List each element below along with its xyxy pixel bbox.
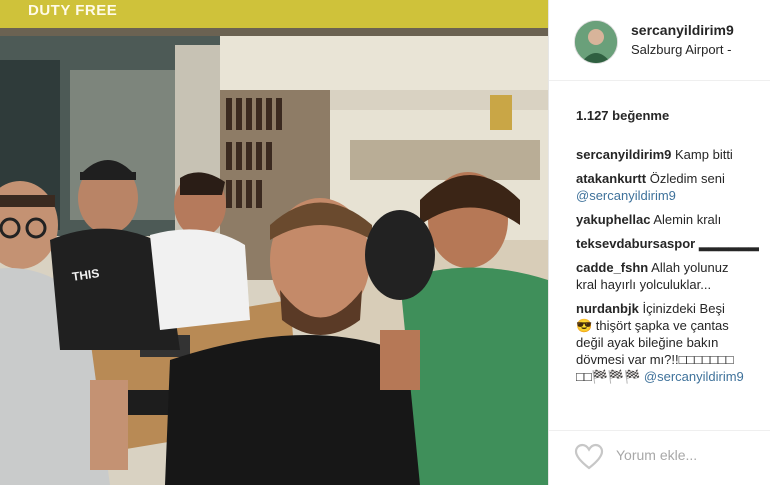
comment-username[interactable]: atakankurtt [576,171,646,186]
comment-list: sercanyildirim9 Kamp bitti atakankurtt Ö… [576,146,770,392]
airport-group-photo [0,0,548,485]
duty-free-sign: DUTY FREE [28,2,118,19]
comment-item: nurdanbjk İçinizdeki Beşi 😎 thişört şapk… [576,300,770,385]
comment-text: □□🏁🏁🏁 [576,369,641,384]
add-comment-input[interactable]: Yorum ekle... [616,447,697,463]
post-photo[interactable]: DUTY FREE THIS [0,0,548,485]
comment-mention[interactable]: @sercanyildirim9 [644,369,744,384]
post-sidebar: sercanyildirim9 Salzburg Airport - 1.127… [548,0,770,485]
comment-text: değil ayak bileğine bakın [576,335,719,350]
avatar[interactable] [574,20,618,64]
post-header: sercanyildirim9 Salzburg Airport - [549,0,770,81]
comment-username[interactable]: sercanyildirim9 [576,147,671,162]
avatar-image [575,21,617,63]
comment-text: 😎 thişört şapka ve çantas [576,318,729,333]
comment-text: Özledim seni [649,171,725,186]
comment-item: teksevdabursaspor ▂▂▂▂▂▂ [576,235,770,252]
comment-text: Allah yolunuz [651,260,729,275]
comment-text: İçinizdeki Beşi [642,301,725,316]
comment-mention[interactable]: @sercanyildirim9 [576,188,676,203]
post-location[interactable]: Salzburg Airport - [631,42,731,57]
comment-text: Alemin kralı [653,212,722,227]
comment-item: sercanyildirim9 Kamp bitti [576,146,770,163]
comment-username[interactable]: nurdanbjk [576,301,639,316]
comment-text: Kamp bitti [675,147,733,162]
likes-count[interactable]: 1.127 beğenme [576,108,669,123]
comment-item: yakuphellac Alemin kralı [576,211,770,228]
comment-footer: Yorum ekle... [549,430,770,485]
comment-text: kral hayırlı yolculuklar... [576,277,712,292]
comment-text: dövmesi var mı?!!□□□□□□□ [576,352,734,367]
comment-username[interactable]: cadde_fshn [576,260,648,275]
comment-item: atakankurtt Özledim seni @sercanyildirim… [576,170,770,204]
heart-icon[interactable] [574,443,604,471]
comment-text: ▂▂▂▂▂▂ [698,236,759,251]
post-username[interactable]: sercanyildirim9 [631,22,734,38]
comment-username[interactable]: teksevdabursaspor [576,236,695,251]
comment-username[interactable]: yakuphellac [576,212,650,227]
comment-item: cadde_fshn Allah yolunuz kral hayırlı yo… [576,259,770,293]
